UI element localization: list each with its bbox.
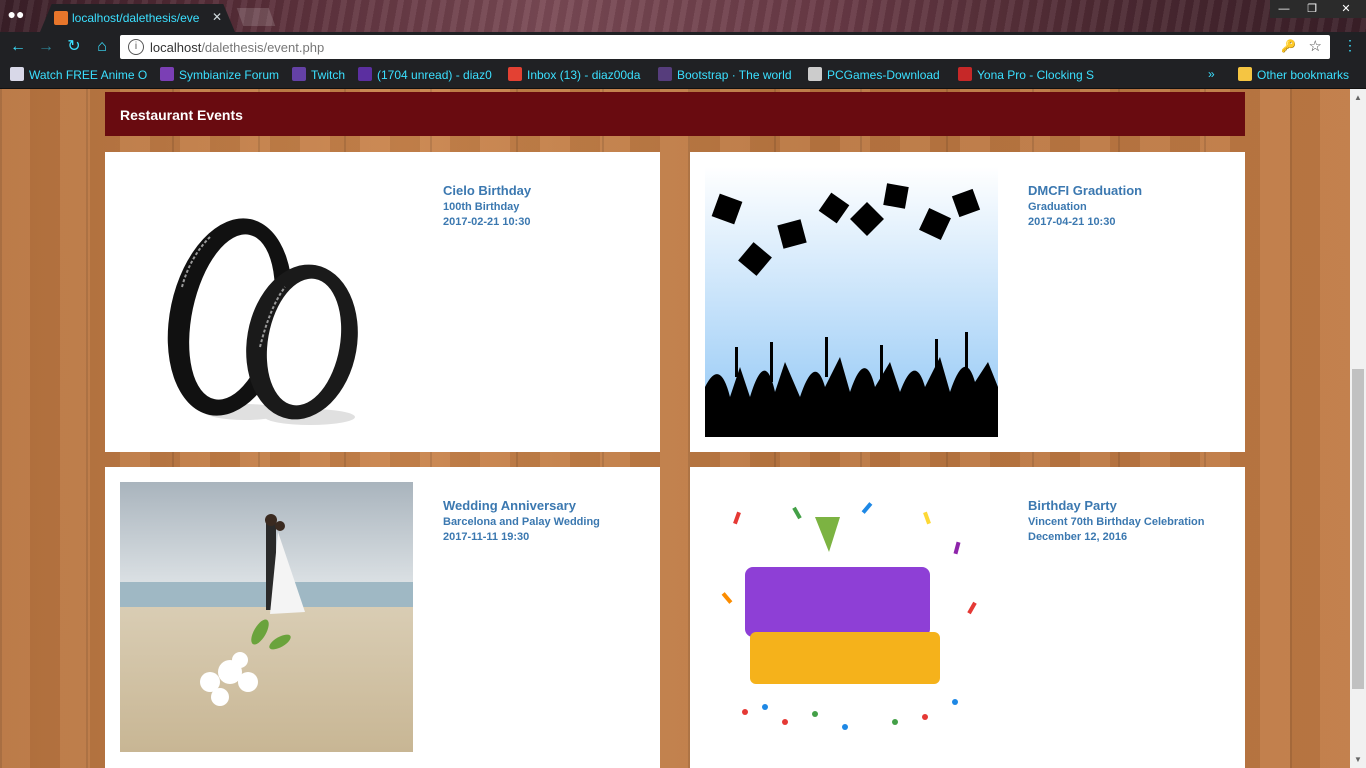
graduation-image (705, 167, 998, 437)
url-text[interactable]: localhost/dalethesis/event.php (150, 40, 324, 55)
forward-arrow-icon[interactable]: → (36, 37, 56, 57)
reload-icon[interactable]: ↻ (64, 37, 84, 57)
bookmark-twitch[interactable]: Twitch (292, 67, 350, 83)
close-window-button[interactable]: ✕ (1326, 0, 1366, 18)
event-name[interactable]: DMCFI Graduation (1028, 183, 1142, 198)
browser-tab-strip: ●● localhost/dalethesis/eve ✕ — ❐ ✕ (0, 0, 1366, 32)
restore-window-button[interactable]: ❐ (1298, 0, 1326, 18)
xampp-favicon-icon (54, 11, 68, 25)
symbianize-icon (160, 67, 174, 81)
bookmark-yahoo-mail[interactable]: (1704 unread) - diaz0 (358, 67, 494, 83)
event-name[interactable]: Birthday Party (1028, 498, 1117, 513)
beach-wedding-image (120, 482, 413, 752)
address-bar[interactable]: i localhost/dalethesis/event.php 🔑 ☆ (120, 35, 1330, 59)
browser-toolbar: ← → ↻ ⌂ i localhost/dalethesis/event.php… (0, 32, 1366, 62)
yahoo-mail-icon (358, 67, 372, 81)
scroll-down-arrow-icon[interactable]: ▼ (1354, 755, 1362, 764)
key-icon[interactable]: 🔑 (1281, 39, 1296, 53)
event-name[interactable]: Wedding Anniversary (443, 498, 576, 513)
anime-icon (10, 67, 24, 81)
other-bookmarks-folder[interactable]: Other bookmarks (1238, 67, 1358, 83)
event-card[interactable]: DMCFI Graduation Graduation 2017-04-21 1… (690, 152, 1245, 452)
bookmarks-bar: Watch FREE Anime On Symbianize Forum Twi… (0, 62, 1366, 89)
minimize-window-button[interactable]: — (1270, 0, 1298, 18)
new-tab-button[interactable] (236, 8, 276, 26)
pcgames-icon (808, 67, 822, 81)
event-date: December 12, 2016 (1028, 531, 1128, 543)
rings-image (120, 167, 413, 437)
home-icon[interactable]: ⌂ (92, 37, 112, 57)
page-title: Restaurant Events (120, 107, 243, 123)
event-card[interactable]: Wedding Anniversary Barcelona and Palay … (105, 467, 660, 768)
browser-tab[interactable]: localhost/dalethesis/eve ✕ (40, 4, 235, 32)
event-card[interactable]: Cielo Birthday 100th Birthday 2017-02-21… (105, 152, 660, 452)
event-date: 2017-04-21 10:30 (1028, 216, 1116, 228)
back-arrow-icon[interactable]: ← (8, 37, 28, 57)
event-name[interactable]: Cielo Birthday (443, 183, 531, 198)
site-info-icon[interactable]: i (128, 39, 144, 55)
event-description: Graduation (1028, 201, 1087, 213)
close-tab-icon[interactable]: ✕ (212, 10, 222, 24)
page-viewport: Restaurant Events Cielo Birthday 100th B… (0, 89, 1350, 768)
incognito-icon: ●● (7, 6, 25, 22)
more-bookmarks-chevron-icon[interactable]: » (1208, 67, 1222, 83)
event-card[interactable]: Birthday Party Vincent 70th Birthday Cel… (690, 467, 1245, 768)
bookmark-watch-anime[interactable]: Watch FREE Anime On (10, 67, 148, 83)
bookmark-symbianize[interactable]: Symbianize Forum (160, 67, 282, 83)
event-description: 100th Birthday (443, 201, 520, 213)
scrollbar-thumb[interactable] (1352, 369, 1364, 689)
bookmark-bootstrap[interactable]: Bootstrap · The world (658, 67, 794, 83)
yona-icon (958, 67, 972, 81)
folder-icon (1238, 67, 1252, 81)
scroll-up-arrow-icon[interactable]: ▲ (1354, 93, 1362, 102)
twitch-icon (292, 67, 306, 81)
bookmark-star-icon[interactable]: ☆ (1309, 37, 1322, 55)
vertical-scrollbar[interactable]: ▲ ▼ (1350, 89, 1366, 768)
happy-birthday-image (705, 482, 998, 752)
bootstrap-icon (658, 67, 672, 81)
event-date: 2017-02-21 10:30 (443, 216, 531, 228)
bookmark-pcgames[interactable]: PCGames-Download (808, 67, 942, 83)
tab-title: localhost/dalethesis/eve (72, 11, 200, 25)
event-date: 2017-11-11 19:30 (443, 531, 530, 543)
gmail-icon (508, 67, 522, 81)
section-header: Restaurant Events (105, 92, 1245, 136)
browser-menu-icon[interactable]: ⋮ (1343, 37, 1357, 54)
event-description: Vincent 70th Birthday Celebration (1028, 516, 1205, 528)
bookmark-gmail[interactable]: Inbox (13) - diaz00da (508, 67, 642, 83)
event-description: Barcelona and Palay Wedding (443, 516, 600, 528)
bookmark-yona[interactable]: Yona Pro - Clocking S (958, 67, 1094, 83)
